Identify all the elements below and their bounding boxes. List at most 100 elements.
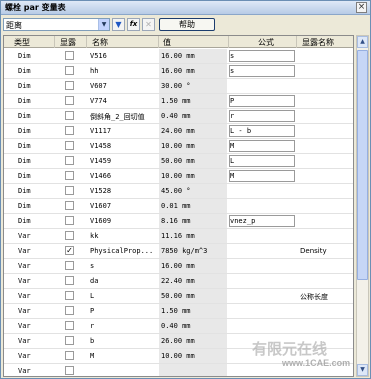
exposed-checkbox[interactable] [65,126,74,135]
column-divider[interactable] [86,36,87,48]
table-row[interactable]: Var kk 11.16 mm [4,229,353,244]
exposed-checkbox[interactable] [65,306,74,315]
table-row[interactable]: Var s 16.00 mm [4,259,353,274]
row-name[interactable]: V1459 [90,157,160,165]
row-value[interactable]: 30.00 ° [161,82,227,90]
table-row[interactable]: Var da 22.40 mm [4,274,353,289]
row-name[interactable]: PhysicalProp... [90,247,160,255]
row-name[interactable]: V516 [90,52,160,60]
row-value[interactable]: 0.40 mm [161,322,227,330]
row-value[interactable]: 24.00 mm [161,127,227,135]
table-row[interactable]: Dim 倒斜角_2_回切值 0.40 mm r [4,109,353,124]
chevron-down-icon[interactable]: ▼ [98,19,109,30]
exposed-checkbox[interactable] [65,276,74,285]
table-row[interactable]: Var L 50.00 mm 公称长度 [4,289,353,304]
row-name[interactable]: b [90,337,160,345]
row-value[interactable]: 50.00 mm [161,157,227,165]
exposed-checkbox[interactable] [65,171,74,180]
row-value[interactable]: 50.00 mm [161,292,227,300]
row-formula[interactable]: P [230,97,296,105]
row-formula[interactable]: L [230,157,296,165]
row-name[interactable]: da [90,277,160,285]
row-value[interactable]: 16.00 mm [161,67,227,75]
row-value[interactable]: 1.50 mm [161,307,227,315]
exposed-checkbox[interactable] [65,321,74,330]
fx-button[interactable]: fx [127,18,140,31]
table-row[interactable]: Dim V1528 45.00 ° [4,184,353,199]
row-value[interactable]: 10.00 mm [161,172,227,180]
header-exposed[interactable]: 显露 [60,37,76,48]
row-formula[interactable]: M [230,142,296,150]
row-value[interactable]: 8.16 mm [161,217,227,225]
exposed-checkbox[interactable] [65,291,74,300]
row-name[interactable]: V1528 [90,187,160,195]
row-formula[interactable]: vnez_p [230,217,296,225]
exposed-checkbox[interactable] [65,366,74,375]
row-display-name[interactable]: 公称长度 [300,292,352,302]
row-name[interactable]: r [90,322,160,330]
row-formula[interactable]: s [230,67,296,75]
row-name[interactable]: V1466 [90,172,160,180]
scrollbar-thumb[interactable] [357,50,368,280]
exposed-checkbox[interactable] [65,336,74,345]
column-divider[interactable] [228,36,229,48]
row-name[interactable]: M [90,352,160,360]
table-row[interactable]: Dim V774 1.50 mm P [4,94,353,109]
table-row[interactable]: Dim hh 16.00 mm s [4,64,353,79]
row-formula[interactable]: L - b [230,127,296,135]
row-name[interactable]: V1607 [90,202,160,210]
row-name[interactable]: s [90,262,160,270]
row-name[interactable]: hh [90,67,160,75]
vertical-scrollbar[interactable]: ▲ ▼ [356,35,369,377]
row-value[interactable]: 26.00 mm [161,337,227,345]
delete-icon[interactable]: ✕ [142,18,155,31]
row-value[interactable]: 1.50 mm [161,97,227,105]
exposed-checkbox[interactable] [65,186,74,195]
table-row[interactable]: Dim V1609 8.16 mm vnez_p [4,214,353,229]
column-divider[interactable] [296,36,297,48]
exposed-checkbox[interactable] [65,231,74,240]
exposed-checkbox[interactable] [65,156,74,165]
row-value[interactable]: 22.40 mm [161,277,227,285]
table-row[interactable]: Dim V516 16.00 mm s [4,49,353,64]
table-row[interactable]: Dim V1607 0.01 mm [4,199,353,214]
row-value[interactable]: 16.00 mm [161,52,227,60]
exposed-checkbox[interactable] [65,96,74,105]
scroll-up-icon[interactable]: ▲ [357,36,368,48]
help-button[interactable]: 帮助 [159,18,215,31]
row-name[interactable]: P [90,307,160,315]
row-name[interactable]: L [90,292,160,300]
row-formula[interactable]: s [230,52,296,60]
row-formula[interactable]: M [230,172,296,180]
exposed-checkbox[interactable] [65,216,74,225]
row-name[interactable]: V774 [90,97,160,105]
row-formula[interactable]: r [230,112,296,120]
table-row[interactable]: Var r 0.40 mm [4,319,353,334]
row-name[interactable]: kk [90,232,160,240]
header-formula[interactable]: 公式 [258,37,274,48]
table-row[interactable]: Dim V1117 24.00 mm L - b [4,124,353,139]
row-name[interactable]: V607 [90,82,160,90]
table-row[interactable]: Dim V607 30.00 ° [4,79,353,94]
row-name[interactable]: V1609 [90,217,160,225]
row-name[interactable]: V1458 [90,142,160,150]
row-display-name[interactable]: Density [300,247,352,255]
row-value[interactable]: 45.00 ° [161,187,227,195]
header-type[interactable]: 类型 [14,37,30,48]
filter-dropdown[interactable]: 距离 ▼ [3,18,110,31]
exposed-checkbox[interactable] [65,66,74,75]
table-row[interactable]: Dim V1459 50.00 mm L [4,154,353,169]
row-value[interactable]: 0.40 mm [161,112,227,120]
header-name[interactable]: 名称 [92,37,108,48]
table-row[interactable]: Dim V1466 10.00 mm M [4,169,353,184]
exposed-checkbox[interactable] [65,111,74,120]
close-icon[interactable]: × [356,2,367,13]
exposed-checkbox[interactable]: ✓ [65,246,74,255]
row-value[interactable]: 0.01 mm [161,202,227,210]
filter-icon[interactable]: ▼ [112,18,125,31]
row-value[interactable]: 7850 kg/m^3 [161,247,227,255]
row-value[interactable]: 16.00 mm [161,262,227,270]
row-name[interactable]: 倒斜角_2_回切值 [90,112,160,122]
exposed-checkbox[interactable] [65,201,74,210]
header-display-name[interactable]: 显露名称 [302,37,334,48]
